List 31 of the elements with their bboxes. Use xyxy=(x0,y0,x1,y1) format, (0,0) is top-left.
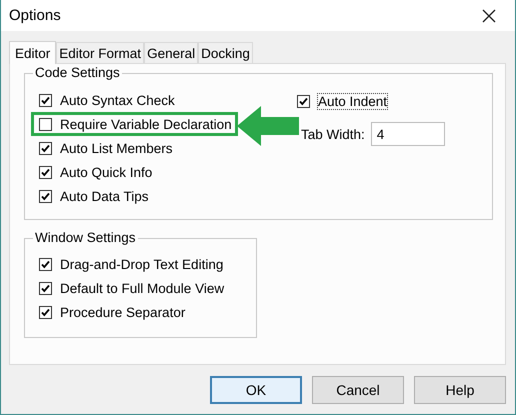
dialog-button[interactable]: Cancel xyxy=(312,376,404,404)
checkbox[interactable] xyxy=(39,166,52,178)
checkbox-label[interactable]: Auto Syntax Check xyxy=(60,92,175,108)
dialog-button[interactable]: Help xyxy=(414,376,506,404)
dialog-button[interactable]: OK xyxy=(210,376,302,404)
checkbox-label[interactable]: Auto Indent xyxy=(318,94,388,109)
group-title: Code Settings xyxy=(33,65,122,80)
tab[interactable]: Editor xyxy=(9,41,56,64)
checkbox[interactable] xyxy=(39,258,52,270)
tab[interactable]: General xyxy=(144,42,198,63)
tab[interactable]: Docking xyxy=(198,42,253,63)
checkbox-label[interactable]: Default to Full Module View xyxy=(60,280,224,296)
checkbox[interactable] xyxy=(297,95,310,108)
window-title: Options xyxy=(9,7,61,24)
checkbox[interactable] xyxy=(39,118,52,130)
checkbox[interactable] xyxy=(39,282,52,294)
checkbox[interactable] xyxy=(39,190,52,202)
checkbox-label[interactable]: Auto List Members xyxy=(60,140,173,156)
group-title: Window Settings xyxy=(33,230,138,245)
checkbox[interactable] xyxy=(39,306,52,318)
checkbox-label[interactable]: Procedure Separator xyxy=(60,304,186,320)
checkbox[interactable] xyxy=(39,142,52,154)
checkbox[interactable] xyxy=(39,94,52,106)
field-label: Tab Width: xyxy=(301,126,365,142)
input-field[interactable]: 4 xyxy=(370,122,445,146)
checkbox-label[interactable]: Auto Quick Info xyxy=(60,164,152,180)
tab[interactable]: Editor Format xyxy=(56,42,144,63)
checkbox-label[interactable]: Drag-and-Drop Text Editing xyxy=(60,256,224,272)
close-icon[interactable] xyxy=(482,8,496,22)
checkbox-label[interactable]: Require Variable Declaration xyxy=(60,116,232,132)
checkbox-label[interactable]: Auto Data Tips xyxy=(60,188,149,204)
